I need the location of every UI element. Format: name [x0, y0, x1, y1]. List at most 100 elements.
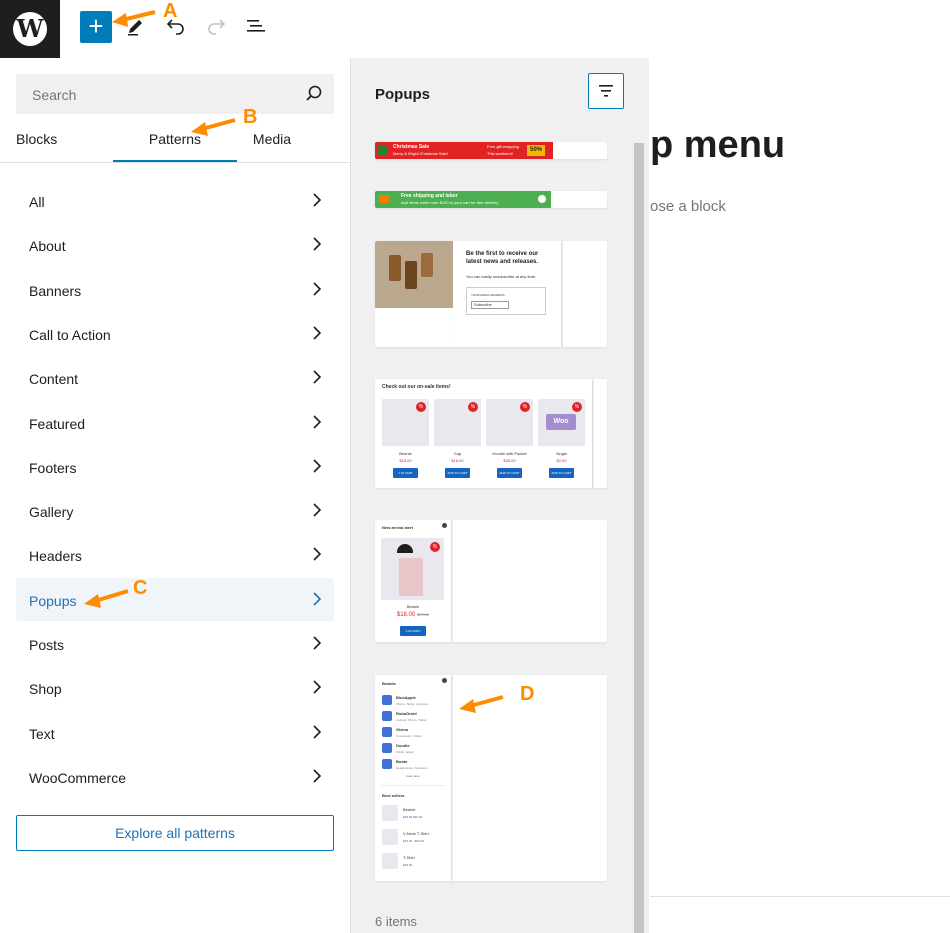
category-label: Headers: [29, 548, 82, 565]
filter-button[interactable]: [588, 73, 624, 109]
block-appender-hint[interactable]: ose a block: [650, 198, 726, 215]
jacket-shape: [399, 558, 423, 596]
category-item-featured[interactable]: Featured: [16, 401, 334, 444]
category-label: Footers: [29, 459, 77, 476]
category-label: Featured: [29, 415, 86, 432]
sale-badge: %: [468, 402, 478, 412]
sale-badge: %: [416, 402, 426, 412]
best-seller-price: $15.00 - $20.00: [403, 839, 425, 843]
best-seller-image: [382, 805, 398, 821]
explore-all-patterns-button[interactable]: Explore all patterns: [16, 815, 334, 851]
category-item-text[interactable]: Text: [16, 711, 334, 754]
pattern-preview-panel: Popups Christmas Sale Merry & Bright Chr…: [351, 58, 649, 933]
close-icon: [538, 195, 546, 203]
sale-badge: %: [572, 402, 582, 412]
pattern-card-newsletter[interactable]: Be the first to receive our latest news …: [375, 241, 607, 347]
product-image: %: [486, 399, 533, 446]
category-label: Popups: [29, 592, 77, 609]
tab-media[interactable]: Media: [237, 124, 307, 161]
add-block-button[interactable]: +: [80, 11, 112, 43]
truck-icon: [379, 195, 389, 203]
product-name: Beanie: [399, 451, 412, 456]
brand-description: Tablet, laptop: [396, 750, 414, 754]
canvas-divider: [650, 896, 950, 897]
add-to-cart-button: 1 IN CART: [393, 468, 418, 478]
category-item-headers[interactable]: Headers: [16, 533, 334, 576]
category-label: Content: [29, 371, 79, 388]
best-sellers-title: Best sellers: [382, 793, 405, 798]
preview-scrollbar[interactable]: [634, 143, 644, 933]
pattern-card-christmas-sale[interactable]: Christmas Sale Merry & Bright Christmas …: [375, 142, 607, 159]
pattern-card-free-shipping[interactable]: Free shipping and labor Add items worth …: [375, 191, 607, 208]
chevron-right-icon: [313, 370, 322, 384]
category-label: All: [29, 194, 45, 210]
category-item-about[interactable]: About: [16, 223, 334, 266]
subscribe-button: Subscribe: [471, 301, 509, 309]
category-item-all[interactable]: All: [16, 179, 334, 222]
bottle-shape: [389, 255, 401, 281]
brands-title: Brands: [382, 681, 396, 686]
sale-badge: %: [430, 542, 440, 552]
category-label: Shop: [29, 681, 62, 698]
category-item-footers[interactable]: Footers: [16, 445, 334, 488]
pattern-card-brands[interactable]: Brands BlueApple Phone, Tablet, notebook R…: [375, 675, 607, 881]
sale-right-line1: Free gift wrapping: [487, 144, 520, 149]
category-item-gallery[interactable]: Gallery: [16, 489, 334, 532]
chevron-right-icon: [313, 326, 322, 340]
top-toolbar: W +: [0, 0, 950, 58]
on-sale-popup: Check out our on-sale items! % Beanie $18.…: [375, 379, 592, 488]
woo-logo: Woo: [546, 414, 576, 430]
product-name: Hoodie with Pocket: [492, 451, 527, 456]
category-item-posts[interactable]: Posts: [16, 622, 334, 665]
add-to-cart-button: ADD TO CART: [497, 468, 522, 478]
page-title[interactable]: p menu: [650, 124, 785, 167]
sale-badge: 50%: [527, 145, 545, 156]
tab-blocks[interactable]: Blocks: [0, 124, 112, 161]
document-overview-icon[interactable]: [244, 14, 268, 38]
pattern-card-new-arrival[interactable]: New arrival alert % Beanie $18.00 $20.00…: [375, 520, 607, 642]
inserter-tabs: Blocks Patterns Media: [0, 124, 350, 163]
product-image: % Woo: [538, 399, 585, 446]
best-seller-image: [382, 829, 398, 845]
category-item-banners[interactable]: Banners: [16, 268, 334, 311]
newsletter-heading: Be the first to receive our latest news …: [466, 251, 539, 265]
on-sale-title: Check out our on-sale items!: [382, 384, 451, 390]
category-item-content[interactable]: Content: [16, 356, 334, 399]
search-input[interactable]: Search: [16, 74, 334, 114]
editor-canvas[interactable]: p menu ose a block: [650, 58, 950, 933]
tools-pencil-icon[interactable]: [124, 14, 148, 38]
product-image: %: [382, 399, 429, 446]
wordpress-logo[interactable]: W: [0, 0, 60, 58]
add-to-cart-button: ADD TO CART: [445, 468, 470, 478]
brand-logo-icon: [382, 711, 392, 721]
category-item-popups[interactable]: Popups: [16, 577, 334, 621]
tab-patterns[interactable]: Patterns: [113, 124, 237, 162]
bottle-shape: [405, 261, 417, 289]
search-placeholder: Search: [32, 87, 77, 103]
product-price: $18.00 $20.00: [375, 612, 451, 618]
category-item-shop[interactable]: Shop: [16, 666, 334, 709]
best-seller-name: V-Neck T-Shirt: [403, 831, 429, 836]
brand-logo-icon: [382, 727, 392, 737]
search-icon: [306, 85, 322, 101]
add-to-cart-button: ADD TO CART: [549, 468, 574, 478]
best-seller-image: [382, 853, 398, 869]
best-seller-price: $18.00 $20.00: [403, 815, 423, 819]
scrollbar-thumb[interactable]: [634, 143, 644, 933]
category-item-woocommerce[interactable]: WooCommerce: [16, 755, 334, 798]
chevron-right-icon: [313, 636, 322, 650]
pattern-card-on-sale[interactable]: Check out our on-sale items! % Beanie $18.…: [375, 379, 607, 488]
category-label: Posts: [29, 637, 65, 653]
brand-logo-icon: [382, 743, 392, 753]
close-icon: [442, 523, 447, 528]
chevron-right-icon: [313, 193, 322, 207]
email-label: YOUR EMAIL ADDRESS: [471, 293, 505, 297]
chevron-right-icon: [313, 680, 322, 694]
redo-icon[interactable]: [204, 14, 228, 38]
chevron-right-icon: [313, 503, 322, 517]
product-price: $2.00: [556, 458, 567, 463]
sale-title: Christmas Sale: [393, 144, 430, 150]
product-price: $16.00: [451, 458, 464, 463]
category-item-call-to-action[interactable]: Call to Action: [16, 312, 334, 355]
wordpress-logo-icon: W: [13, 12, 47, 46]
